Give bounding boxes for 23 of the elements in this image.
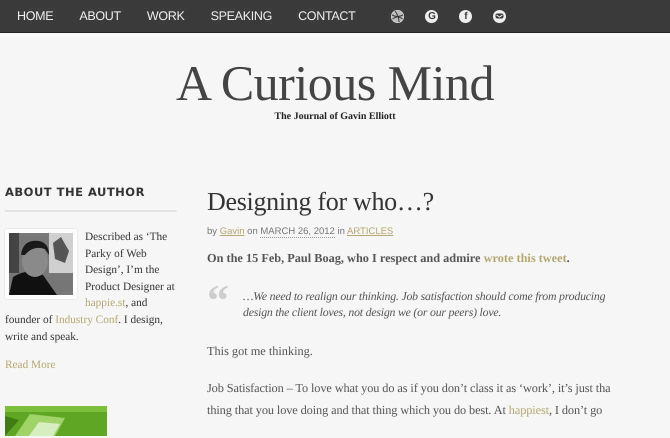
nav-link[interactable]: CONTACT [298,9,356,23]
site-tagline: The Journal of Gavin Elliott [274,111,396,122]
social-icon[interactable]: G [425,10,438,22]
ball-icon[interactable] [391,10,404,22]
nav-link[interactable]: WORK [146,9,185,23]
post-title: Designing for who…? [207,187,435,217]
post-meta: by Gavin on MARCH 26, 2012 in ARTICLES [207,226,394,237]
nav-link[interactable]: SPEAKING [210,9,272,23]
nav-link[interactable]: HOME [17,9,54,23]
post-intro: On the 15 Feb, Paul Boag, who I respect and admire wrote this tweet. [207,251,571,266]
author-bio: Described as ‘The Parky of Web Design’, I’m the Product Designer at happie.st, and [85,230,176,312]
site-title: A Curious Mind [176,55,494,111]
author-bio: founder of Industry Conf. I design, write and speak. [5,312,164,345]
mail-icon[interactable] [493,10,506,22]
quote-line: design the client loves, not design we (or our peers) love. [243,304,502,320]
quote-mark: “ [207,286,229,310]
paragraph-line: Job Satisfaction – To love what you do as if you don’t class it as ‘work’, it’s just tha [207,381,612,396]
paragraph-line: thing that you love doing and that thing which you do best. At happiest, I don’t go [207,403,604,418]
nav-link[interactable]: ABOUT [79,9,121,23]
quote-line: …We need to realign our thinking. Job satisfaction should come from producing [243,288,606,304]
post-paragraph: This got me thinking. [207,344,314,359]
social-icon[interactable]: f [459,10,472,22]
sidebar-heading: ABOUT THE AUTHOR [5,181,177,212]
